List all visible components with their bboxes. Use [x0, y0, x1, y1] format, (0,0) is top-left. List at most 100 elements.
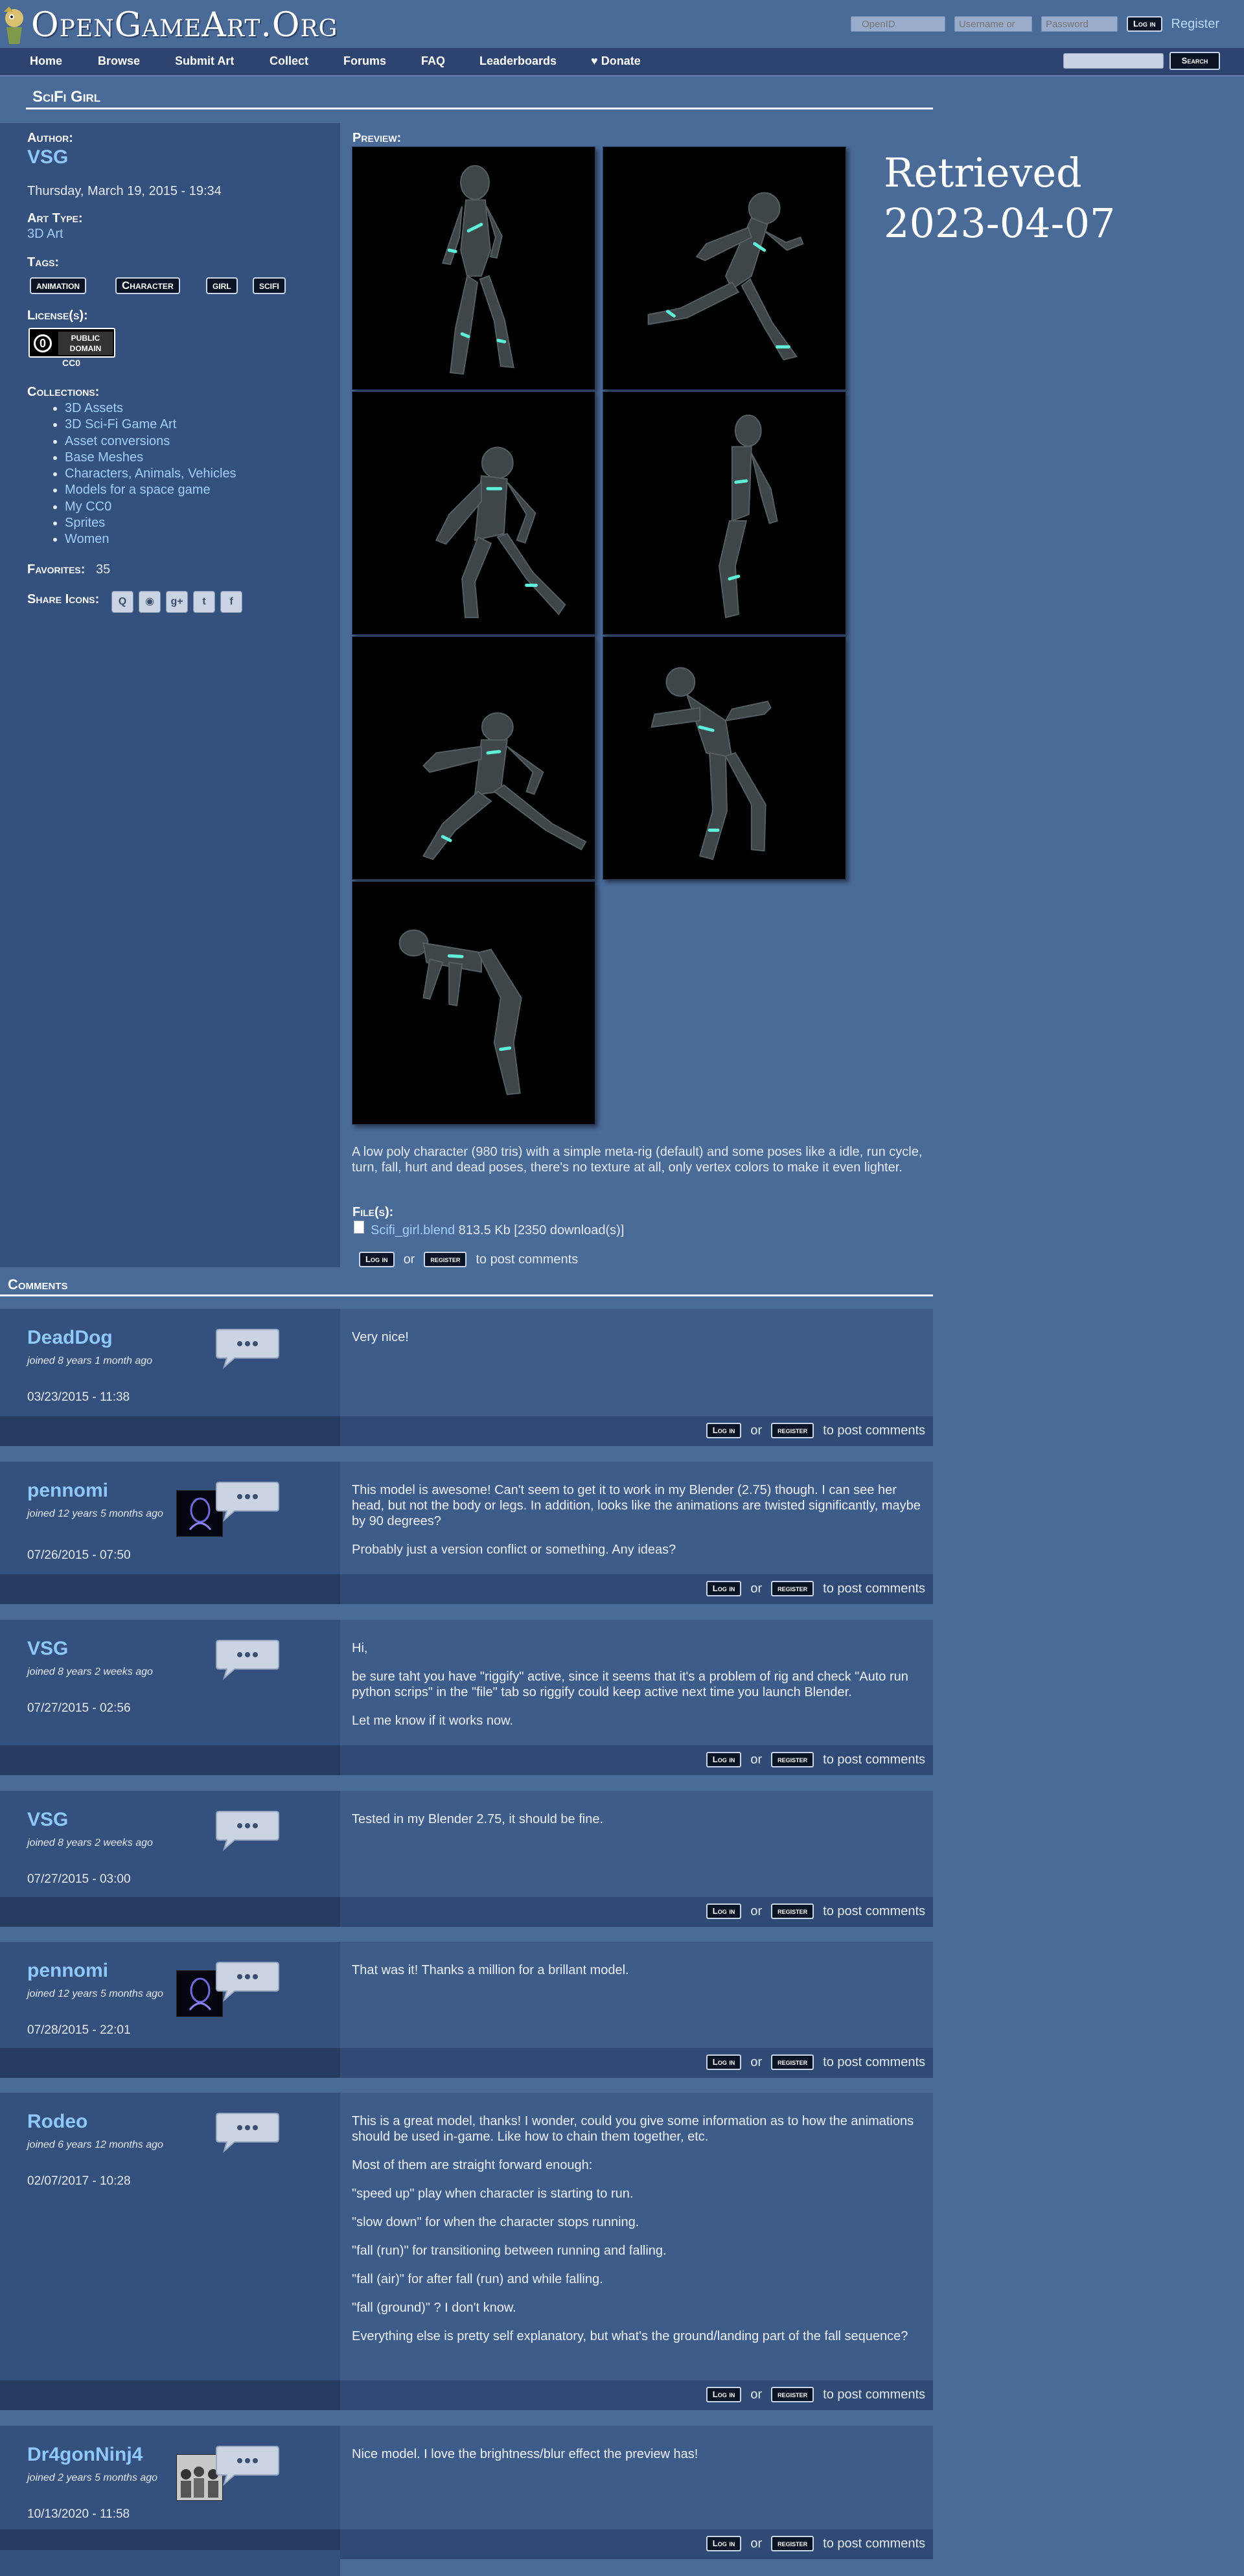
author-link[interactable]: VSG [27, 146, 68, 168]
comments-divider [0, 1294, 933, 1296]
preview-image-dead[interactable] [352, 881, 595, 1125]
login-button[interactable]: Log in [706, 2054, 742, 2070]
comment-joined: joined 8 years 2 weeks ago [27, 1666, 153, 1677]
login-button[interactable]: Log in [706, 2536, 742, 2551]
preview-image-idle[interactable] [352, 146, 595, 390]
comment-footer: Log in or register to post comments [0, 2048, 933, 2078]
file-download-link[interactable]: Scifi_girl.blend [371, 1223, 455, 1237]
comment-author-panel: Dr4gonNinj4 joined 2 years 5 months ago … [0, 2426, 340, 2529]
header-register-link[interactable]: Register [1171, 17, 1219, 32]
login-button[interactable]: Log in [706, 1581, 742, 1596]
comments-heading: Comments [8, 1276, 68, 1293]
nav-home[interactable]: Home [30, 54, 62, 68]
scifi-girl-pose-icon [441, 165, 514, 375]
page-title: SciFi Girl [32, 88, 101, 106]
nav-donate[interactable]: ♥ Donate [591, 54, 641, 68]
register-button[interactable]: register [771, 1581, 814, 1596]
nav-browse[interactable]: Browse [98, 54, 140, 68]
preview-image-fall-run[interactable] [603, 391, 846, 635]
login-button[interactable]: Log in [359, 1252, 395, 1267]
list-item: My CC0 [65, 499, 236, 515]
collection-link[interactable]: Sprites [65, 516, 105, 530]
share-facebook-icon[interactable]: f [220, 591, 242, 613]
speech-bubble-icon [216, 2446, 279, 2486]
share-reddit-icon[interactable]: ◉ [139, 591, 161, 613]
post-comment-prompt: Log in or register to post comments [706, 1752, 925, 1767]
collection-link[interactable]: 3D Sci-Fi Game Art [65, 417, 176, 431]
register-button[interactable]: register [424, 1252, 467, 1267]
register-button[interactable]: register [771, 1752, 814, 1767]
collection-link[interactable]: Asset conversions [65, 434, 170, 448]
favorites-count: 35 [96, 562, 111, 577]
header-login-button[interactable]: Log in [1126, 16, 1162, 32]
file-entry: Scifi_girl.blend 813.5 Kb [2350 download… [371, 1223, 624, 1238]
tags-label: Tags: [27, 255, 60, 270]
login-button[interactable]: Log in [706, 2387, 742, 2402]
collection-link[interactable]: Characters, Animals, Vehicles [65, 466, 236, 481]
register-button[interactable]: register [771, 2536, 814, 2551]
nav-leaderboards[interactable]: Leaderboards [479, 54, 557, 68]
nav-forums[interactable]: Forums [343, 54, 386, 68]
preview-image-hurt[interactable] [352, 636, 595, 880]
comment-body: This is a great model, thanks! I wonder,… [352, 2113, 922, 2357]
tag-girl[interactable]: girl [206, 277, 238, 294]
preview-image-fall-air[interactable] [603, 636, 846, 880]
collection-link[interactable]: My CC0 [65, 500, 111, 514]
search-button[interactable]: Search [1169, 52, 1220, 70]
register-button[interactable]: register [771, 2387, 814, 2402]
license-label: License(s): [27, 308, 88, 323]
comment-paragraph: Everything else is pretty self explanato… [352, 2329, 908, 2343]
comment: VSG joined 8 years 2 weeks ago 07/27/201… [0, 1620, 933, 1775]
search-input[interactable] [1063, 53, 1164, 69]
collection-link[interactable]: Base Meshes [65, 450, 143, 465]
comment-author-link[interactable]: Dr4gonNinj4 [27, 2444, 143, 2466]
login-button[interactable]: Log in [706, 1903, 742, 1919]
comment-author-link[interactable]: Rodeo [27, 2111, 87, 2133]
tag-animation[interactable]: animation [30, 277, 87, 294]
login-button[interactable]: Log in [706, 1752, 742, 1767]
comment-author-link[interactable]: pennomi [27, 1960, 108, 1982]
heart-icon: ♥ [591, 54, 598, 67]
tag-character[interactable]: Character [115, 277, 180, 294]
nav-submit-art[interactable]: Submit Art [175, 54, 234, 68]
files-label: File(s): [352, 1205, 394, 1219]
preview-image-turn[interactable] [352, 391, 595, 635]
license-name: CC0 [62, 358, 81, 368]
collection-link[interactable]: 3D Assets [65, 401, 123, 415]
collection-link[interactable]: Women [65, 532, 109, 546]
comment: Dr4gonNinj4 joined 2 years 5 months ago … [0, 2426, 933, 2559]
mascot-logo-icon[interactable] [0, 4, 31, 48]
preview-image-run[interactable] [603, 146, 846, 390]
post-comments-text: to post comments [823, 2387, 925, 2402]
public-domain-badge[interactable]: 0 PUBLIC DOMAIN [29, 328, 115, 358]
collection-link[interactable]: Models for a space game [65, 483, 211, 497]
comment-author-link[interactable]: VSG [27, 1638, 68, 1660]
share-twitter-icon[interactable]: t [193, 591, 215, 613]
comment-author-link[interactable]: VSG [27, 1809, 68, 1831]
share-label: Share Icons: [27, 592, 100, 606]
comment-date: 07/27/2015 - 02:56 [27, 1701, 131, 1715]
comment-joined: joined 12 years 5 months ago [27, 1508, 163, 1519]
password-input[interactable] [1041, 16, 1118, 32]
comment-body-panel [340, 1309, 933, 1416]
nav-collect[interactable]: Collect [270, 54, 308, 68]
site-header: OpenGameArt.Org Log in Register [0, 0, 1244, 48]
art-type-link[interactable]: 3D Art [27, 227, 63, 242]
register-button[interactable]: register [771, 1423, 814, 1438]
username-input[interactable] [954, 16, 1032, 32]
post-comments-text: to post comments [823, 2536, 925, 2551]
comment-author-link[interactable]: DeadDog [27, 1327, 113, 1349]
site-logo-text[interactable]: OpenGameArt.Org [31, 4, 338, 47]
tag-scifi[interactable]: scifi [253, 277, 286, 294]
comment-author-link[interactable]: pennomi [27, 1480, 108, 1502]
register-button[interactable]: register [771, 2054, 814, 2070]
comment-body-panel [340, 2426, 933, 2529]
login-button[interactable]: Log in [706, 1423, 742, 1438]
post-comment-prompt: Log in or register to post comments [359, 1252, 578, 1267]
share-opengameart-icon[interactable]: Q [111, 591, 133, 613]
share-googleplus-icon[interactable]: g+ [166, 591, 188, 613]
post-date: Thursday, March 19, 2015 - 19:34 [27, 184, 222, 198]
register-button[interactable]: register [771, 1903, 814, 1919]
nav-faq[interactable]: FAQ [421, 54, 445, 68]
openid-input[interactable] [850, 16, 945, 32]
